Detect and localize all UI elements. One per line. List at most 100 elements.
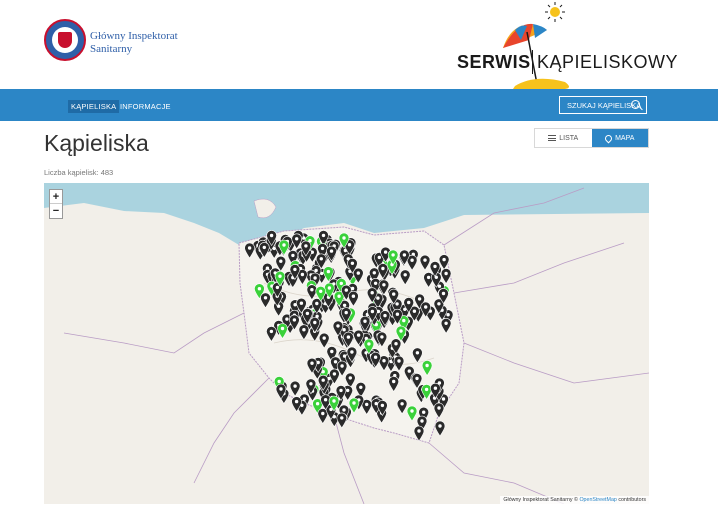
marker-dot <box>382 359 386 363</box>
serwis-logo[interactable]: SERWIS KĄPIELISKOWY <box>455 0 678 89</box>
marker-dot <box>395 312 400 316</box>
header: Główny Inspektorat Sanitarny SERWIS KĄPI… <box>0 0 718 89</box>
marker-dot <box>332 399 336 403</box>
marker-dot <box>417 297 422 301</box>
marker-dot <box>444 321 448 325</box>
map-view-label: MAPA <box>615 134 635 142</box>
marker-dot <box>315 402 320 406</box>
bathing-site-marker[interactable] <box>336 412 348 429</box>
marker-dot <box>342 408 346 412</box>
border-line <box>453 242 625 294</box>
marker-dot <box>437 406 441 410</box>
marker-dot <box>304 244 308 248</box>
marker-dot <box>376 296 380 300</box>
marker-dot <box>424 305 428 309</box>
marker-dot <box>363 319 367 323</box>
marker-dot <box>322 336 326 340</box>
marker-dot <box>305 311 310 316</box>
marker-dot <box>342 236 346 240</box>
marker-dot <box>410 409 414 413</box>
marker-dot <box>350 261 355 265</box>
marker-dot <box>337 294 341 298</box>
marker-dot <box>352 401 356 405</box>
bathing-site-marker[interactable] <box>434 420 446 437</box>
gis-logo[interactable] <box>44 19 86 61</box>
map-view-button[interactable]: MAPA <box>591 129 648 147</box>
marker-dot <box>310 361 314 365</box>
map-attribution: Główny Inspektorat Sanitarny © OpenStree… <box>500 496 649 504</box>
marker-dot <box>442 257 446 262</box>
marker-dot <box>333 360 338 364</box>
marker-dot <box>262 245 266 250</box>
marker-dot <box>315 301 319 306</box>
marker-dot <box>269 233 274 238</box>
marker-dot <box>330 349 334 354</box>
nav-item-kapieliska[interactable]: KĄPIELISKA <box>68 100 120 113</box>
marker-dot <box>383 313 387 318</box>
marker-dot <box>321 233 326 238</box>
map[interactable]: + − Główny Inspektorat Sanitarny © OpenS… <box>44 183 649 504</box>
marker-dot <box>382 283 386 287</box>
zoom-in-button[interactable]: + <box>50 190 62 204</box>
map-pin-icon <box>603 133 614 143</box>
marker-dot <box>348 376 352 380</box>
serwis-title-light: KĄPIELISKOWY <box>537 52 679 72</box>
marker-dot <box>417 429 421 433</box>
marker-dot <box>327 286 332 290</box>
view-toggle: LISTA MAPA <box>534 128 649 148</box>
marker-dot <box>373 355 378 359</box>
marker-dot <box>340 364 344 368</box>
marker-dot <box>336 324 340 328</box>
marker-dot <box>380 335 384 339</box>
marker-dot <box>342 303 347 307</box>
border-line <box>428 442 565 504</box>
marker-dot <box>400 402 404 406</box>
attribution-suffix: contributors <box>616 497 646 503</box>
gis-emblem-icon <box>52 27 78 53</box>
marker-dot <box>433 264 437 269</box>
marker-dot <box>433 386 438 390</box>
marker-dot <box>397 359 401 363</box>
page-title: Kąpieliska <box>44 130 149 156</box>
marker-dot <box>381 266 385 271</box>
list-view-label: LISTA <box>559 134 579 142</box>
marker-dot <box>407 300 411 305</box>
marker-dot <box>339 281 343 286</box>
search-button[interactable]: SZUKAJ KĄPIELISKA <box>559 96 647 114</box>
marker-dot <box>269 329 274 334</box>
marker-dot <box>424 387 429 392</box>
marker-dot <box>425 363 429 368</box>
marker-dot <box>441 397 446 401</box>
marker-dot <box>275 285 280 290</box>
marker-dot <box>292 318 297 322</box>
marker-dot <box>293 384 297 388</box>
marker-dot <box>394 342 398 346</box>
marker-dot <box>344 310 348 315</box>
marker-dot <box>299 301 304 305</box>
serwis-title-bold: SERWIS <box>457 52 531 72</box>
marker-dot <box>279 387 283 391</box>
marker-dot <box>342 328 346 332</box>
marker-dot <box>313 276 317 280</box>
map-canvas[interactable] <box>44 183 649 504</box>
search-icon <box>631 100 640 109</box>
marker-dot <box>415 376 419 381</box>
marker-dot <box>280 326 285 331</box>
marker-dot <box>339 388 343 393</box>
marker-dot <box>347 243 352 247</box>
gis-name[interactable]: Główny Inspektorat Sanitarny <box>90 30 200 56</box>
marker-dot <box>377 255 381 260</box>
marker-dot <box>402 318 406 323</box>
marker-dot <box>437 284 442 288</box>
zoom-out-button[interactable]: − <box>50 204 62 218</box>
zoom-control: + − <box>49 189 63 219</box>
marker-dot <box>370 309 375 314</box>
bathing-count: Liczba kąpielisk: 483 <box>44 168 114 177</box>
marker-dot <box>407 369 411 373</box>
marker-dot <box>359 385 363 389</box>
nav-item-informacje[interactable]: INFORMACJE <box>117 100 174 113</box>
marker-dot <box>402 253 407 257</box>
list-view-button[interactable]: LISTA <box>535 129 592 147</box>
openstreetmap-link[interactable]: OpenStreetMap <box>579 497 616 503</box>
marker-dot <box>309 382 313 386</box>
